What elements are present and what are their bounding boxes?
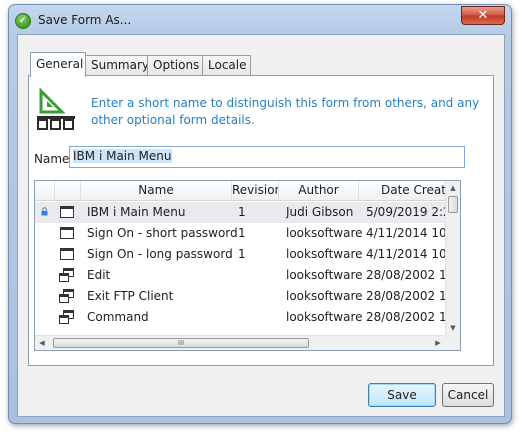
list-header: Name Revision Author Date Creat — [35, 181, 456, 201]
name-label: Name — [34, 152, 70, 166]
window-title: Save Form As... — [38, 13, 132, 27]
form-icon — [60, 248, 74, 260]
horizontal-scroll-thumb[interactable]: III — [53, 338, 309, 348]
scroll-down-arrow[interactable]: ▼ — [446, 321, 460, 335]
general-tab-panel: Enter a short name to distinguish this f… — [28, 75, 494, 366]
scroll-left-arrow[interactable]: ◀ — [35, 336, 49, 350]
scroll-up-arrow[interactable]: ▲ — [446, 181, 460, 195]
row-name: IBM i Main Menu — [87, 205, 186, 219]
row-date: 28/08/2002 1:41 — [366, 268, 450, 282]
header-lock-col[interactable] — [35, 181, 55, 201]
scroll-right-arrow[interactable]: ▶ — [431, 336, 445, 350]
form-icon — [60, 206, 74, 218]
list-row[interactable]: Edit looksoftware 28/08/2002 1:41 — [35, 265, 454, 286]
row-revision: 1 — [238, 247, 246, 261]
column-header-date-created[interactable]: Date Creat — [359, 181, 449, 201]
row-date: 4/11/2014 10:05 — [366, 226, 450, 240]
column-header-revision[interactable]: Revision — [232, 181, 279, 201]
dialog-body: General Summary Options Locale Enter a s… — [17, 34, 505, 417]
horizontal-scrollbar[interactable]: ◀ III ▶ — [35, 335, 445, 350]
forms-list[interactable]: Name Revision Author Date Creat IBM i Ma… — [34, 180, 461, 351]
row-revision: 1 — [238, 205, 246, 219]
row-author: looksoftware — [286, 289, 363, 303]
list-row[interactable]: Command looksoftware 28/08/2002 1:37 — [35, 307, 454, 328]
column-header-name[interactable]: Name — [81, 181, 232, 201]
save-form-dialog: ✓ Save Form As... ✕ General Summary Opti… — [8, 4, 512, 424]
intro-text: Enter a short name to distinguish this f… — [91, 96, 480, 127]
row-date: 28/08/2002 1:37 — [366, 310, 450, 324]
column-header-author[interactable]: Author — [279, 181, 359, 201]
close-button[interactable]: ✕ — [461, 6, 505, 25]
header-icon-col[interactable] — [55, 181, 81, 201]
row-name: Exit FTP Client — [87, 289, 174, 303]
name-input-value: IBM i Main Menu — [73, 149, 172, 163]
name-input[interactable]: IBM i Main Menu — [69, 146, 465, 168]
form-icon — [60, 227, 74, 239]
row-author: Judi Gibson — [286, 205, 354, 219]
row-author: looksoftware — [286, 268, 363, 282]
list-row[interactable]: Sign On - short password 1 looksoftware … — [35, 223, 454, 244]
form-design-icon — [37, 87, 75, 130]
list-row[interactable]: Exit FTP Client looksoftware 28/08/2002 … — [35, 286, 454, 307]
tab-summary[interactable]: Summary — [85, 55, 149, 76]
row-author: looksoftware — [286, 247, 363, 261]
row-name: Sign On - long password — [87, 247, 233, 261]
subform-icon — [59, 268, 75, 283]
row-date: 4/11/2014 10:03 — [366, 247, 450, 261]
row-name: Sign On - short password — [87, 226, 238, 240]
vertical-scrollbar[interactable]: ▲ ▼ — [445, 181, 460, 335]
row-revision: 1 — [238, 226, 246, 240]
title-bar[interactable]: ✓ Save Form As... ✕ — [9, 5, 511, 33]
row-author: looksoftware — [286, 310, 363, 324]
app-icon: ✓ — [15, 13, 31, 29]
cancel-button[interactable]: Cancel — [442, 383, 494, 407]
save-button[interactable]: Save — [368, 383, 436, 407]
subform-icon — [59, 310, 75, 325]
row-name: Edit — [87, 268, 111, 282]
tab-options[interactable]: Options — [147, 55, 203, 76]
row-date: 5/09/2019 2:29: — [366, 205, 450, 219]
row-author: looksoftware — [286, 226, 363, 240]
row-date: 28/08/2002 1:19 — [366, 289, 450, 303]
list-row[interactable]: Sign On - long password 1 looksoftware 4… — [35, 244, 454, 265]
scrollbar-corner — [445, 335, 460, 350]
lock-icon — [41, 207, 48, 216]
subform-icon — [59, 289, 75, 304]
row-name: Command — [87, 310, 149, 324]
tab-general[interactable]: General — [30, 52, 86, 77]
tab-locale[interactable]: Locale — [202, 55, 251, 76]
list-row[interactable]: IBM i Main Menu 1 Judi Gibson 5/09/2019 … — [35, 202, 454, 223]
vertical-scroll-thumb[interactable] — [448, 196, 458, 213]
